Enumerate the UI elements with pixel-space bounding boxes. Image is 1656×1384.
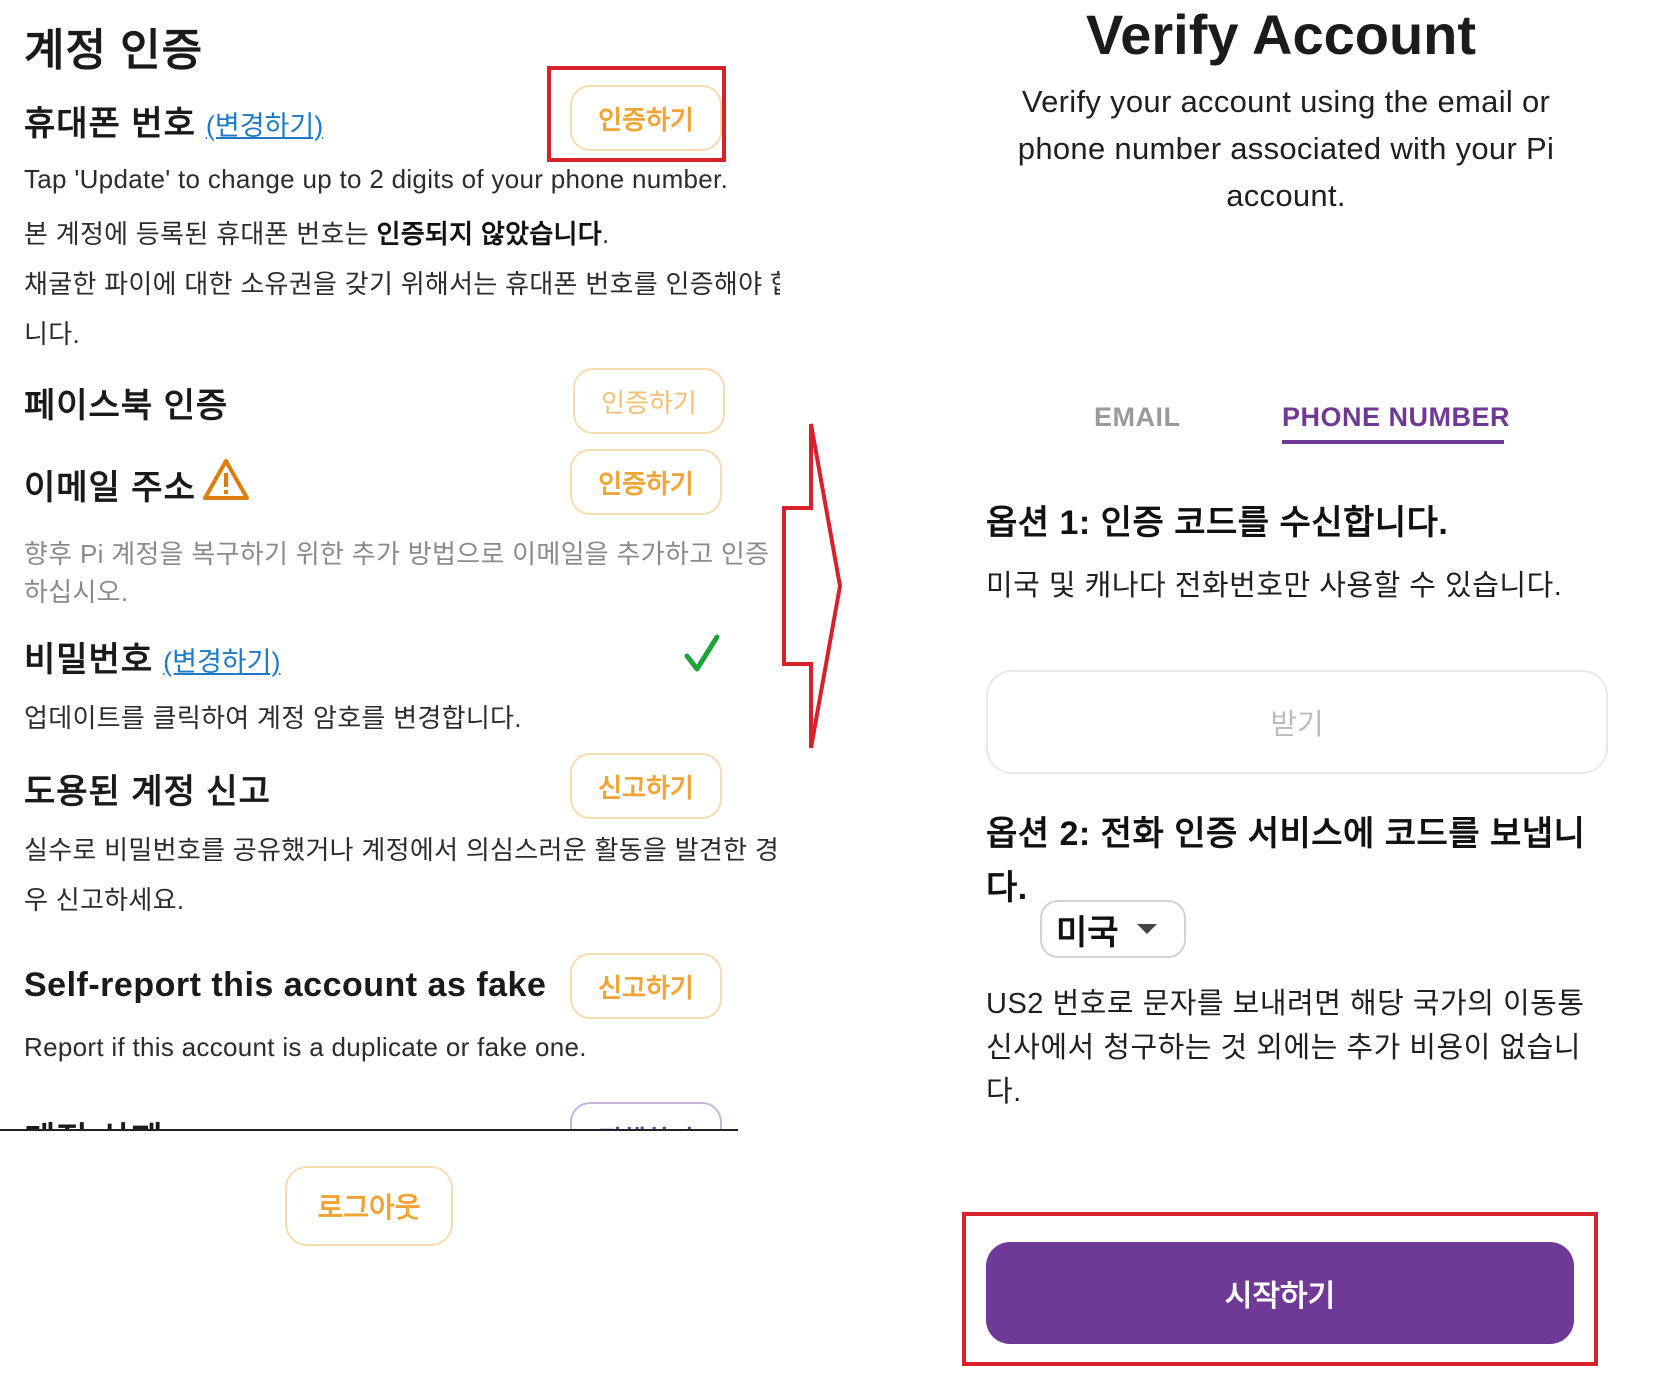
email-desc-line2: 하십시오.: [24, 577, 129, 607]
active-tab-indicator: [1282, 440, 1504, 444]
tab-phone-number[interactable]: PHONE NUMBER: [1282, 402, 1510, 433]
logout-button[interactable]: 로그아웃: [285, 1166, 453, 1246]
verify-title: Verify Account: [1085, 3, 1477, 66]
fake-report-heading: Self-report this account as fake: [24, 966, 547, 1004]
phone-ownership-line1: 채굴한 파이에 대한 소유권을 갖기 위해서는 휴대폰 번호를 인증해야 합: [24, 269, 780, 299]
chevron-down-icon: [1136, 924, 1157, 934]
option2-note-line2: 신사에서 청구하는 것 외에는 추가 비용이 없습니: [986, 1032, 1581, 1064]
email-desc-line1: 향후 Pi 계정을 복구하기 위한 추가 방법으로 이메일을 추가하고 인증: [24, 539, 770, 569]
stolen-desc-line2: 우 신고하세요.: [24, 885, 185, 915]
delete-heading: 계정 삭제: [24, 1112, 164, 1130]
phone-section-heading: 휴대폰 번호 (변경하기): [24, 96, 323, 145]
password-desc: 업데이트를 클릭하여 계정 암호를 변경합니다.: [24, 703, 522, 733]
password-section-heading: 비밀번호 (변경하기): [24, 632, 280, 681]
stolen-report-button[interactable]: 신고하기: [570, 753, 722, 819]
phone-ownership-line2: 니다.: [24, 319, 80, 349]
option2-heading-line1: 옵션 2: 전화 인증 서비스에 코드를 보냅니: [986, 815, 1586, 853]
divider: [0, 1129, 738, 1131]
receive-code-button[interactable]: 받기: [986, 670, 1608, 774]
option2-note-line1: US2 번호로 문자를 보내려면 해당 국가의 이동통: [986, 988, 1585, 1020]
facebook-heading: 페이스북 인증: [24, 387, 229, 425]
verify-description: Verify your account using the email or p…: [1017, 84, 1555, 213]
stolen-account-heading: 도용된 계정 신고: [24, 773, 271, 811]
stolen-desc-line1: 실수로 비밀번호를 공유했거나 계정에서 의심스러운 활동을 발견한 경: [24, 835, 780, 865]
account-verification-screen: 계정 인증 휴대폰 번호 (변경하기) 인증하기 Tap 'Update' to …: [0, 0, 780, 1384]
fake-report-button[interactable]: 신고하기: [570, 953, 722, 1019]
phone-update-note: Tap 'Update' to change up to 2 digits of…: [24, 164, 729, 194]
fake-report-desc: Report if this account is a duplicate or…: [24, 1032, 587, 1062]
phone-status-suffix: .: [602, 219, 610, 249]
phone-status-prefix: 본 계정에 등록된 휴대폰 번호는: [24, 219, 377, 249]
password-heading: 비밀번호: [24, 641, 154, 679]
delete-proceed-button[interactable]: 진행하기: [570, 1102, 722, 1130]
option2-note-line3: 다.: [986, 1076, 1022, 1108]
page-title: 계정 인증: [24, 26, 204, 75]
right-arrow-icon: [782, 423, 843, 749]
facebook-verify-button[interactable]: 인증하기: [573, 368, 725, 434]
phone-status-text: 본 계정에 등록된 휴대폰 번호는 인증되지 않았습니다.: [24, 214, 610, 251]
country-select-value: 미국: [1056, 913, 1119, 952]
country-select[interactable]: 미국: [1040, 900, 1186, 958]
checkmark-icon: [684, 634, 720, 672]
tab-email[interactable]: EMAIL: [1094, 402, 1181, 433]
phone-change-link[interactable]: (변경하기): [206, 111, 323, 141]
option1-heading: 옵션 1: 인증 코드를 수신합니다.: [986, 504, 1449, 542]
email-verify-button[interactable]: 인증하기: [570, 449, 722, 515]
password-change-link[interactable]: (변경하기): [163, 647, 280, 677]
start-button[interactable]: 시작하기: [986, 1242, 1574, 1344]
option1-note: 미국 및 캐나다 전화번호만 사용할 수 있습니다.: [986, 570, 1563, 602]
option2-heading-line2: 다.: [986, 869, 1028, 907]
verify-account-screen: Verify Account Verify your account using…: [906, 0, 1656, 1384]
phone-status-bold: 인증되지 않았습니다: [376, 219, 602, 249]
email-heading: 이메일 주소: [24, 469, 196, 507]
delete-section-clip: 계정 삭제 진행하기: [0, 1100, 738, 1130]
warning-triangle-icon: [203, 459, 249, 500]
phone-verify-button[interactable]: 인증하기: [570, 85, 722, 151]
phone-heading: 휴대폰 번호: [24, 105, 196, 143]
